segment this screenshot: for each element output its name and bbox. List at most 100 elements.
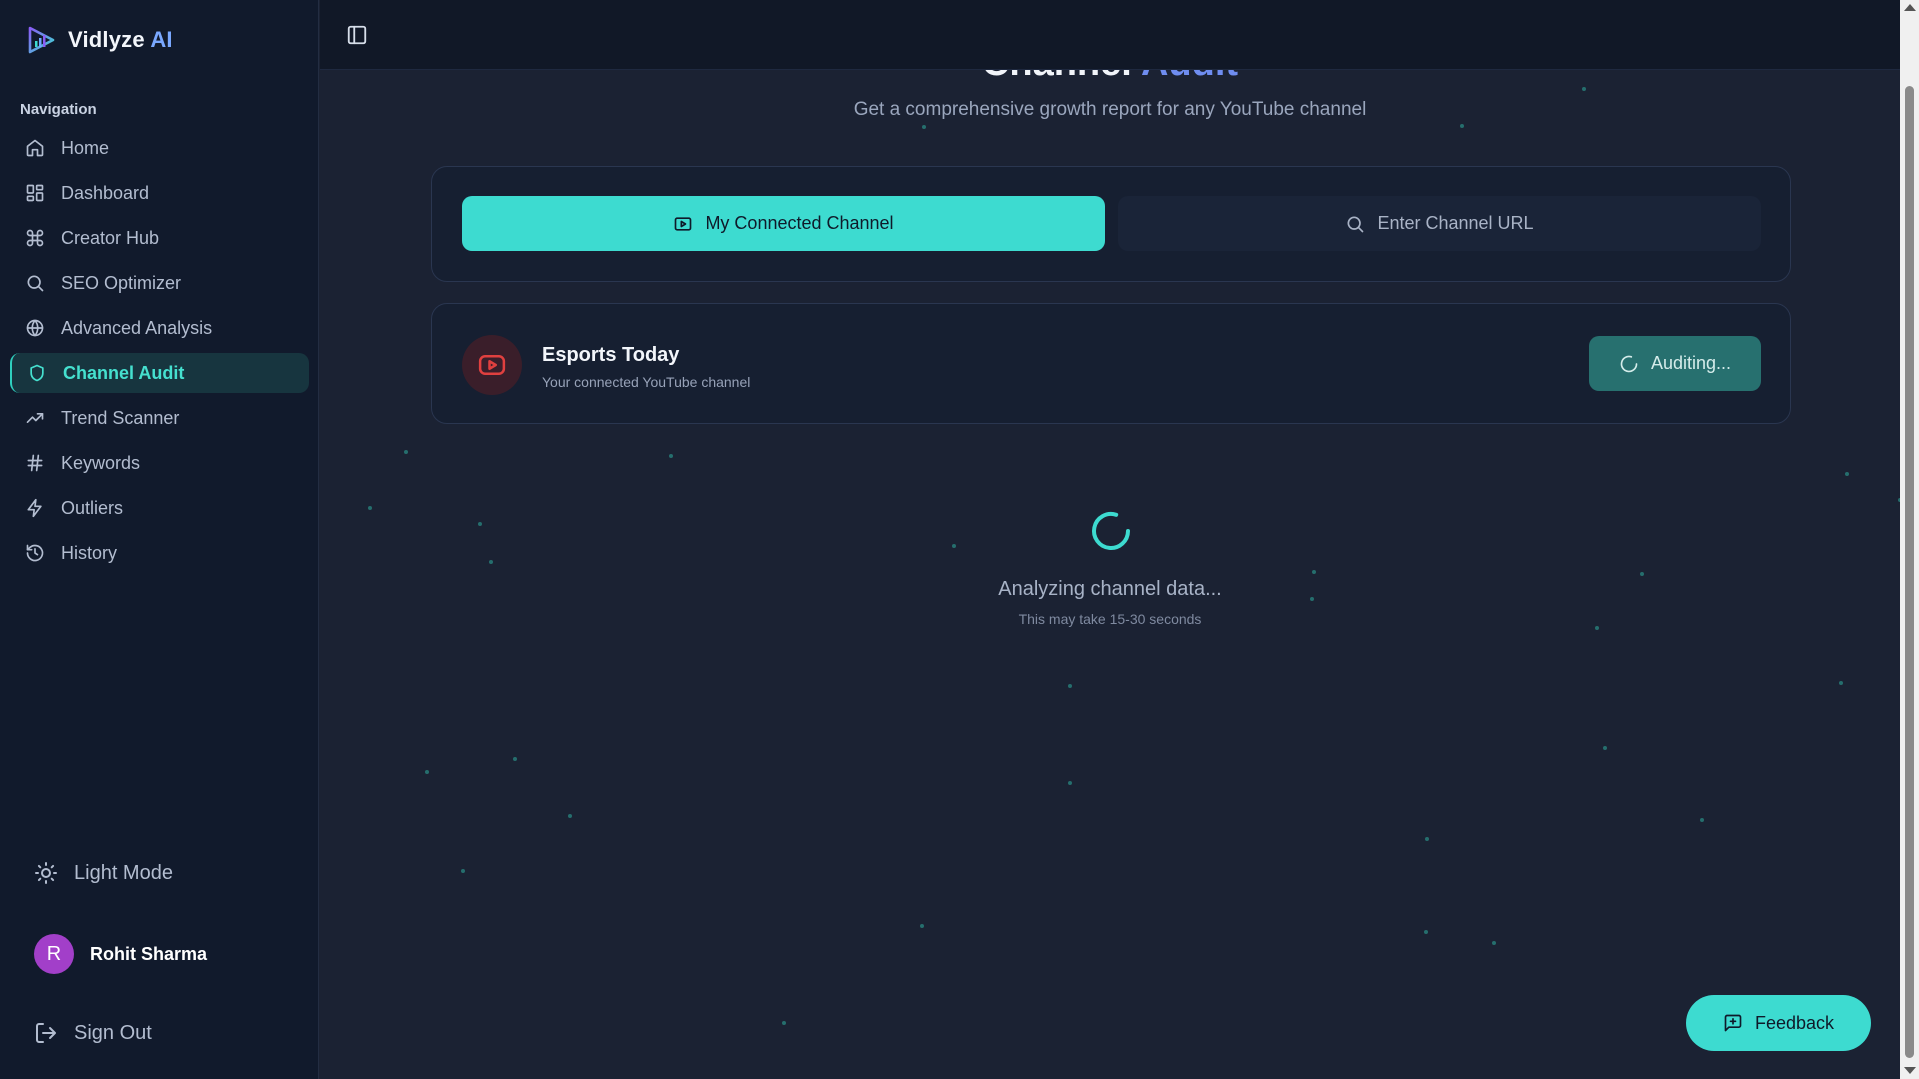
tab-label: My Connected Channel [705, 213, 894, 233]
sidebar-item-label: History [61, 542, 118, 563]
dashboard-icon [26, 184, 44, 202]
video-icon [675, 216, 692, 231]
home-icon [26, 139, 44, 157]
main-content: Channel Audit Get a comprehensive growth… [320, 70, 1900, 1079]
history-icon [26, 544, 44, 562]
panel-left-icon [347, 25, 367, 45]
sidebar: Vidlyze AI Navigation Home Dashboard Cre… [0, 0, 319, 1079]
particle-dot [513, 757, 517, 761]
sidebar-item-creator-hub[interactable]: Creator Hub [10, 218, 309, 258]
sign-out-label: Sign Out [74, 1021, 152, 1044]
avatar: R [34, 934, 74, 974]
youtube-icon [462, 335, 522, 395]
scroll-thumb[interactable] [1905, 86, 1914, 1058]
hash-icon [27, 454, 43, 472]
particle-dot [489, 560, 493, 564]
sidebar-item-label: Home [61, 137, 110, 158]
particle-dot [920, 924, 924, 928]
brand-logo-icon [28, 26, 55, 54]
particle-dot [1492, 941, 1496, 945]
top-bar [320, 0, 1900, 70]
nav-heading: Navigation [20, 101, 97, 118]
particle-dot [1068, 781, 1072, 785]
source-tabs-card: My Connected Channel Enter Channel URL [431, 166, 1791, 282]
sidebar-item-history[interactable]: History [10, 533, 309, 573]
feedback-button[interactable]: Feedback [1686, 995, 1871, 1051]
loading-spinner-icon [1092, 512, 1130, 550]
channel-subtitle: Your connected YouTube channel [542, 374, 751, 390]
sidebar-item-keywords[interactable]: Keywords [10, 443, 309, 483]
particle-dot [1845, 472, 1849, 476]
sign-out-icon [36, 1023, 56, 1043]
particle-dot [1582, 87, 1586, 91]
particle-dot [568, 814, 572, 818]
sign-out-button[interactable]: Sign Out [34, 1021, 152, 1045]
tab-enter-channel-url[interactable]: Enter Channel URL [1118, 196, 1761, 251]
particle-dot [1068, 684, 1072, 688]
particle-dot [368, 506, 372, 510]
audit-button[interactable]: Auditing... [1589, 336, 1761, 391]
particle-dot [1839, 681, 1843, 685]
sidebar-item-label: SEO Optimizer [61, 272, 182, 293]
sun-icon [35, 862, 57, 884]
search-icon [27, 275, 44, 292]
particle-dot [782, 1021, 786, 1025]
user-name: Rohit Sharma [90, 943, 208, 964]
search-icon [1347, 216, 1364, 232]
sidebar-item-label: Keywords [61, 452, 141, 473]
trending-up-icon [26, 413, 44, 423]
user-profile[interactable]: R Rohit Sharma [34, 934, 207, 974]
nav-list: Home Dashboard Creator Hub SEO Optimizer… [10, 128, 309, 578]
particle-dot [952, 544, 956, 548]
tab-label: Enter Channel URL [1377, 213, 1534, 233]
sidebar-item-label: Trend Scanner [61, 407, 180, 428]
sidebar-item-label: Channel Audit [63, 362, 185, 383]
scrollbar[interactable] [1900, 0, 1919, 1079]
sidebar-item-label: Creator Hub [61, 227, 160, 248]
sidebar-item-trend-scanner[interactable]: Trend Scanner [10, 398, 309, 438]
particle-dot [1460, 124, 1464, 128]
sidebar-item-label: Advanced Analysis [61, 317, 213, 338]
sidebar-item-advanced-analysis[interactable]: Advanced Analysis [10, 308, 309, 348]
message-square-icon [1724, 1014, 1742, 1032]
command-icon [26, 229, 44, 247]
channel-name: Esports Today [542, 344, 680, 366]
zap-icon [27, 498, 42, 518]
sidebar-toggle-button[interactable] [346, 24, 368, 46]
particle-dot [1312, 570, 1316, 574]
sidebar-item-channel-audit[interactable]: Channel Audit [10, 353, 309, 393]
particle-dot [669, 454, 673, 458]
loading-subtext: This may take 15-30 seconds [1018, 611, 1202, 627]
particle-dot [478, 522, 482, 526]
brand-name: Vidlyze AI [68, 27, 173, 52]
brand[interactable]: Vidlyze AI [26, 24, 173, 56]
particle-dot [1640, 572, 1644, 576]
audit-button-label: Auditing... [1650, 353, 1732, 373]
tab-my-connected-channel[interactable]: My Connected Channel [462, 196, 1105, 251]
connected-channel-card: Esports Today Your connected YouTube cha… [431, 303, 1791, 424]
shield-icon [30, 364, 44, 382]
particle-dot [425, 770, 429, 774]
sidebar-item-label: Dashboard [61, 182, 150, 203]
page-subtitle: Get a comprehensive growth report for an… [853, 99, 1367, 120]
particle-dot [461, 869, 465, 873]
scroll-down-arrow[interactable] [1904, 1067, 1916, 1074]
sidebar-item-home[interactable]: Home [10, 128, 309, 168]
sidebar-item-label: Outliers [61, 497, 124, 518]
particle-dot [404, 450, 408, 454]
light-mode-toggle[interactable]: Light Mode [34, 861, 173, 885]
loader-icon [1620, 355, 1638, 372]
particle-dot [1603, 746, 1607, 750]
sidebar-item-seo-optimizer[interactable]: SEO Optimizer [10, 263, 309, 303]
feedback-label: Feedback [1754, 1012, 1835, 1033]
page-title: Channel Audit [320, 70, 1900, 85]
globe-icon [26, 319, 44, 337]
particle-dot [1425, 837, 1429, 841]
loading-text: Analyzing channel data... [998, 578, 1222, 600]
particle-dot [1700, 818, 1704, 822]
sidebar-item-outliers[interactable]: Outliers [10, 488, 309, 528]
sidebar-item-dashboard[interactable]: Dashboard [10, 173, 309, 213]
particle-dot [1424, 930, 1428, 934]
scroll-up-arrow[interactable] [1904, 4, 1916, 11]
particle-dot [922, 125, 926, 129]
